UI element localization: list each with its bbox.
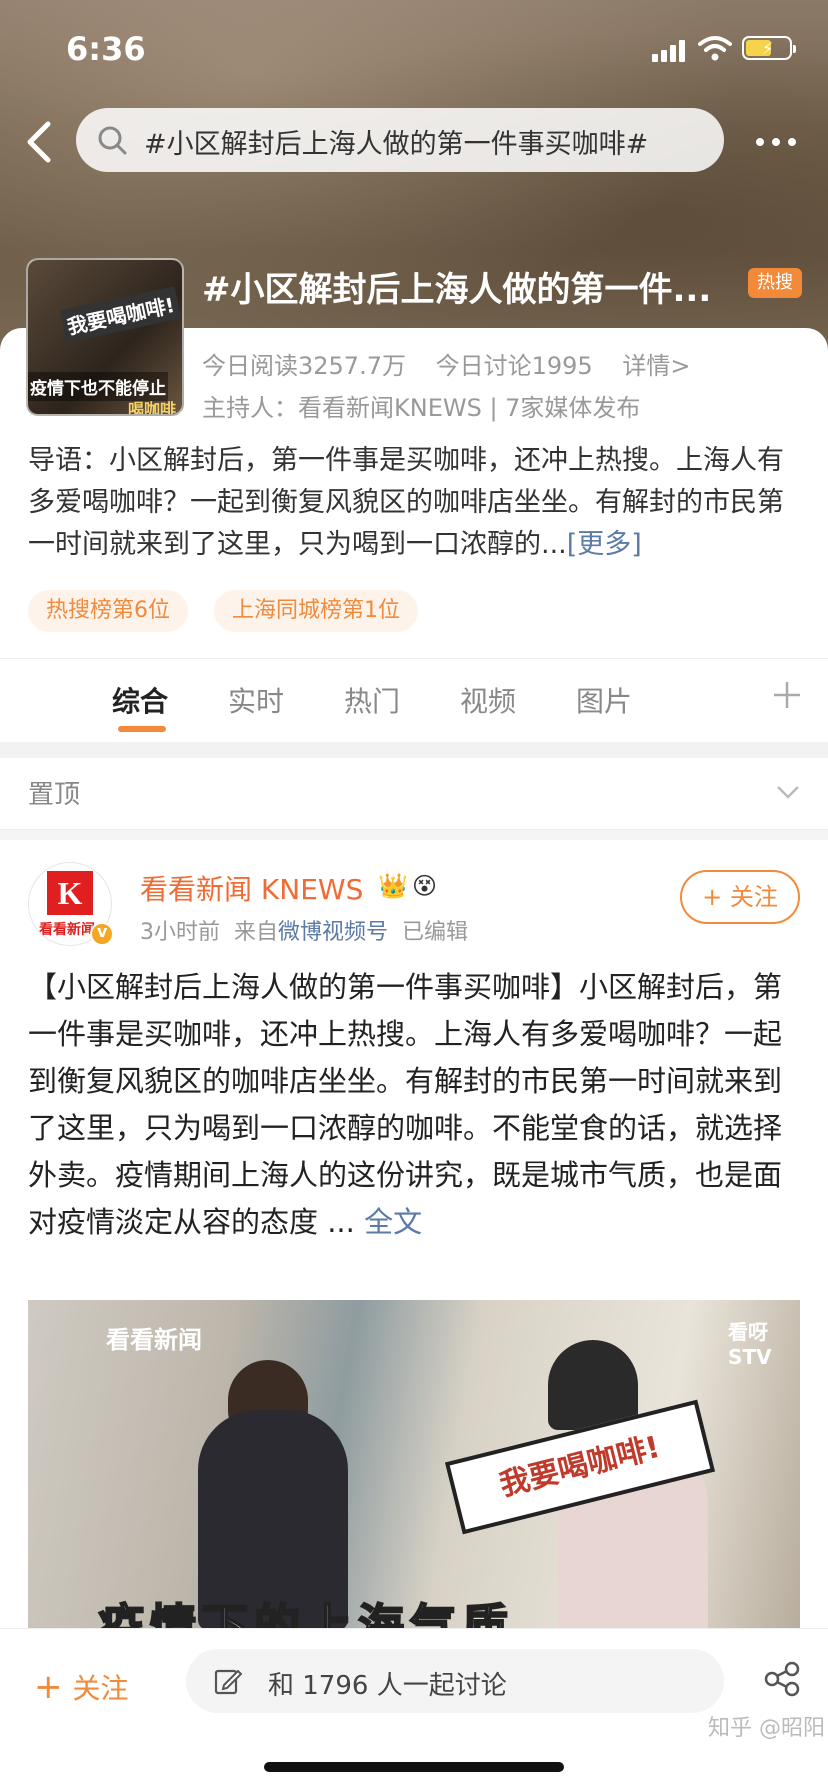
edit-icon [214,1669,242,1695]
post-edited: 已编辑 [402,920,469,945]
topic-thumbnail[interactable]: 我要喝咖啡! 疫情下也不能停止 喝咖啡 [26,258,184,416]
tab-video[interactable]: 视频 [460,680,516,720]
tab-images[interactable]: 图片 [576,680,632,720]
video-stv-text: 看呀 STV [728,1320,772,1369]
home-indicator[interactable] [264,1762,564,1772]
topic-intro: 导语：小区解封后，第一件事是买咖啡，还冲上热搜。上海人有多爱喝咖啡？一起到衡复风… [28,440,800,566]
topic-stats: 今日阅读3257.7万 今日讨论1995 详情> [202,346,712,381]
thumbnail-text: 我要喝咖啡! [59,286,182,343]
full-text-link[interactable]: 全文 [364,1205,422,1239]
search-query: #小区解封后上海人做的第一件事买咖啡# [144,129,649,160]
search-bar[interactable]: #小区解封后上海人做的第一件事买咖啡# [76,108,724,172]
tag-shanghai-rank[interactable]: 上海同城榜第1位 [214,590,418,632]
person-figure [548,1340,638,1430]
tag-hot-rank[interactable]: 热搜榜第6位 [28,590,188,632]
post-author[interactable]: 看看新闻 KNEWS [140,868,363,908]
pinned-label: 置顶 [28,780,81,810]
intro-text: 导语：小区解封后，第一件事是买咖啡，还冲上热搜。上海人有多爱喝咖啡？一起到衡复风… [28,445,784,560]
video-caption: 疫情下的上海气质 [97,1598,514,1630]
back-button[interactable] [20,118,60,166]
add-tab-plus-icon[interactable] [772,680,802,710]
more-options-button[interactable] [748,122,804,162]
section-separator [0,830,828,840]
avatar-logo: K [47,871,93,915]
chevron-down-icon [777,786,799,799]
active-tab-indicator [118,726,166,732]
search-icon [98,126,127,155]
topic-title: #小区解封后上海人做的第一件... [202,270,712,310]
thumbnail-text: 喝咖啡 [128,400,177,416]
read-count: 今日阅读3257.7万 [202,352,406,380]
discuss-input[interactable]: 和 1796 人一起讨论 [186,1649,724,1713]
tab-comprehensive[interactable]: 综合 [112,680,168,720]
divider [0,658,828,659]
share-icon[interactable] [762,1659,802,1699]
discuss-count: 今日讨论1995 [435,352,593,380]
post-text: 【小区解封后上海人做的第一件事买咖啡】小区解封后，第一件事是买咖啡，还冲上热搜。… [28,970,783,1239]
avatar-logo-text: 看看新闻 [39,922,95,938]
verified-badge-icon [90,922,114,946]
hot-badge: 热搜 [748,268,802,298]
bottom-follow-button[interactable]: + 关注 [34,1667,129,1707]
discuss-placeholder: 和 1796 人一起讨论 [268,1671,507,1701]
detail-link[interactable]: 详情> [622,352,690,380]
post-meta: 3小时前 来自微博视频号 已编辑 [140,914,468,946]
intro-more-link[interactable]: [更多] [567,529,642,560]
status-time: 6:36 [66,30,146,68]
crown-icon: 👑 [378,872,408,900]
status-bar: 6:36 ⚡ [0,0,828,100]
video-thumbnail[interactable]: 看看新闻 看呀 STV 我要喝咖啡! 疫情下的上海气质 [28,1300,800,1630]
bottom-follow-label: 关注 [72,1672,129,1705]
wifi-icon [698,36,732,61]
topic-host[interactable]: 主持人：看看新闻KNEWS | 7家媒体发布 [202,388,640,423]
pinned-section[interactable]: 置顶 [0,758,828,830]
watermark: 知乎 @昭阳 [708,1716,825,1741]
section-separator [0,742,828,758]
tab-hot[interactable]: 热门 [344,680,400,720]
post-body: 【小区解封后上海人做的第一件事买咖啡】小区解封后，第一件事是买咖啡，还冲上热搜。… [28,964,800,1246]
post-source-link[interactable]: 微博视频号 [278,920,388,945]
video-logo-text: 看看新闻 [106,1326,202,1354]
battery-icon: ⚡ [742,36,796,60]
plus-icon: + [34,1667,63,1707]
cellular-signal-icon [652,40,688,62]
emoji-face-icon: 😵 [412,872,438,900]
follow-button[interactable]: + 关注 [680,870,800,924]
post-source-prefix: 来自 [234,920,279,945]
tab-realtime[interactable]: 实时 [228,680,284,720]
post-time: 3小时前 [140,920,220,945]
